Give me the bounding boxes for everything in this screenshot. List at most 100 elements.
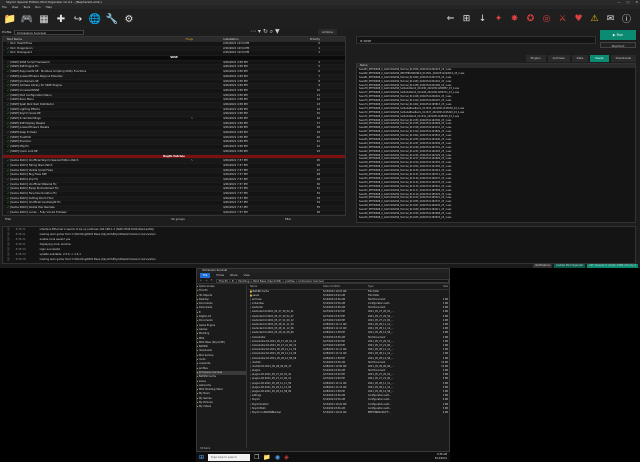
toolbar-right-icon[interactable]: ✉ (605, 13, 616, 24)
checkbox-icon[interactable]: ✔ (7, 75, 9, 78)
checkbox-icon[interactable]: ✔ (7, 98, 9, 101)
mod-row[interactable]: ✔[Game Patch] Lucien - Fully Voiced Foll… (3, 211, 345, 215)
up-icon[interactable]: ↑ (210, 279, 212, 282)
nav-item-label: My Pictures (198, 401, 213, 405)
checkbox-icon[interactable]: ✔ (7, 197, 9, 200)
taskbar-search[interactable]: Type here to search (208, 453, 251, 461)
checkbox-icon[interactable]: ✔ (7, 164, 9, 167)
checkbox-icon[interactable]: ✔ (7, 145, 9, 148)
checkbox-icon[interactable]: ✔ (7, 131, 9, 134)
run-button[interactable]: ▶ Run (600, 30, 636, 40)
mod-priority: 33 (316, 196, 320, 200)
checkbox-icon[interactable]: ✔ (7, 136, 9, 139)
checkbox-icon[interactable]: ✔ (7, 47, 9, 50)
shortcut-button[interactable]: Shortcut (600, 42, 636, 48)
checkbox-icon[interactable]: ✔ (7, 173, 9, 176)
col-size[interactable]: Size (423, 285, 450, 289)
status-item[interactable]: API: Queued: 0 | Daily: 2498 | Hourly: 0 (587, 264, 638, 268)
checkbox-icon[interactable]: ✔ (7, 103, 9, 106)
checkbox-icon[interactable]: ✔ (7, 140, 9, 143)
file-explorer-icon[interactable]: 📁 (263, 454, 270, 461)
forward-icon[interactable]: → (205, 279, 207, 282)
col-type[interactable]: Type (368, 285, 423, 289)
toolbar-right-icon[interactable]: ♥ (573, 13, 584, 24)
checkbox-icon[interactable]: ✔ (7, 70, 9, 73)
tab-saves[interactable]: Saves (590, 55, 609, 62)
toolbar-right-icon[interactable]: ⚔ (557, 13, 568, 24)
nav-item-label: Downloads (198, 306, 213, 310)
ribbon-tab-view[interactable]: View (244, 273, 250, 278)
checkbox-icon[interactable]: ✔ (7, 187, 9, 190)
tab-plugins[interactable]: Plugins (525, 55, 546, 62)
back-icon[interactable]: ← (200, 279, 202, 282)
grid-icon[interactable]: ▦ (38, 13, 50, 25)
tab-downloads[interactable]: Downloads (610, 55, 636, 62)
checkbox-icon[interactable]: ✔ (7, 80, 9, 83)
toolbar-right-icon[interactable]: ⚠ (589, 13, 600, 24)
status-item[interactable]: Notifications (533, 264, 553, 268)
mod-priority: 1 (318, 46, 320, 50)
ribbon-tab-file[interactable]: File (200, 273, 211, 278)
ribbon-tab-home[interactable]: Home (216, 273, 224, 278)
checkbox-icon[interactable]: ✔ (7, 108, 9, 111)
toolbar-right-icon[interactable]: ✸ (509, 13, 520, 24)
checkbox-icon[interactable]: ✔ (7, 201, 9, 204)
checkbox-icon[interactable]: ✔ (7, 84, 9, 87)
forward-icon[interactable]: ↪ (72, 13, 84, 25)
executable-select[interactable]: ⚙ SKSE (356, 36, 596, 44)
actions-button[interactable]: Actions (318, 29, 337, 35)
profile-select[interactable]: Immersion Survival (14, 29, 84, 35)
toolbar-right-icon[interactable]: ✦ (493, 13, 504, 24)
file-row[interactable]: ▯ Skyrim.ini.BethINIBackup 5/13/2021 10:2… (248, 411, 450, 415)
tab-data[interactable]: Data (571, 55, 589, 62)
mod-organizer-icon[interactable]: ◈ (284, 454, 289, 461)
checkbox-icon[interactable]: ✔ (7, 192, 9, 195)
checkbox-icon[interactable]: ✔ (7, 122, 9, 125)
browser-icon[interactable]: ◉ (275, 454, 280, 461)
wrench-icon[interactable]: 🔧 (106, 13, 118, 25)
mod-name-text: [SKSE] JContainers SE (10, 79, 39, 83)
mod-name: ✔[SKSE] Mod Configuration Menu (3, 94, 133, 98)
folder-icon[interactable]: 📁 (4, 13, 16, 25)
toolbar-right-icon[interactable]: ⊞ (461, 13, 472, 24)
checkbox-icon[interactable]: ✔ (7, 211, 9, 214)
filter-input[interactable]: Filter (285, 217, 291, 222)
col-name[interactable]: Name (248, 285, 323, 289)
toolbar-right-icon[interactable]: ◎ (541, 13, 552, 24)
toolbar-right-icon[interactable]: ✪ (525, 13, 536, 24)
address-input[interactable]: This PC > E: > Modding > MO2 Base (Skyri… (215, 278, 449, 283)
checkbox-icon[interactable]: ✔ (7, 112, 9, 115)
filter-toggle[interactable]: Filter (5, 217, 11, 222)
checkbox-icon[interactable]: ✔ (7, 65, 9, 68)
save-item[interactable]: Save45_0FE36608_0_4A2C4C6A56_Tamriel_011… (357, 216, 635, 220)
gear-icon[interactable]: ⚙ (123, 13, 135, 25)
checkbox-icon[interactable]: ✔ (7, 159, 9, 162)
checkbox-icon[interactable]: ✔ (7, 117, 9, 120)
mod-installation: 2/26/2021 10:54 PM (223, 42, 250, 45)
gamepad-icon[interactable]: 🎮 (21, 13, 33, 25)
toolbar-right-icon[interactable]: ⓘ (621, 13, 632, 25)
status-item[interactable]: Update Mod Organizer (554, 264, 586, 268)
checkbox-icon[interactable]: ✔ (7, 89, 9, 92)
checkbox-icon[interactable]: ✔ (7, 178, 9, 181)
checkbox-icon[interactable]: ✔ (7, 42, 9, 45)
checkbox-icon[interactable]: ✔ (7, 51, 9, 54)
checkbox-icon[interactable]: ✔ (7, 94, 9, 97)
checkbox-icon[interactable]: ✔ (7, 206, 9, 209)
checkbox-icon[interactable]: ✔ (7, 61, 9, 64)
globe-icon[interactable]: 🌐 (89, 13, 101, 25)
nav-item[interactable]: ▸ My Videos (197, 405, 246, 409)
col-date[interactable]: Date modified (323, 285, 368, 289)
windows-start-icon[interactable]: ⊞ (199, 454, 204, 461)
checkbox-icon[interactable]: ✔ (7, 169, 9, 172)
checkbox-icon[interactable]: ✔ (7, 126, 9, 129)
ribbon-tab-share[interactable]: Share (230, 273, 238, 278)
puzzle-icon[interactable]: ✚ (55, 13, 67, 25)
group-select[interactable]: No groups (171, 217, 184, 222)
task-view-icon[interactable]: ❐ (254, 454, 259, 461)
toolbar-right-icon[interactable]: ⇐ (445, 13, 456, 24)
checkbox-icon[interactable]: ✔ (7, 183, 9, 186)
checkbox-icon[interactable]: ✔ (7, 150, 9, 153)
toolbar-right-icon[interactable]: ↓ (477, 13, 488, 24)
tab-archives[interactable]: Archives (547, 55, 570, 62)
